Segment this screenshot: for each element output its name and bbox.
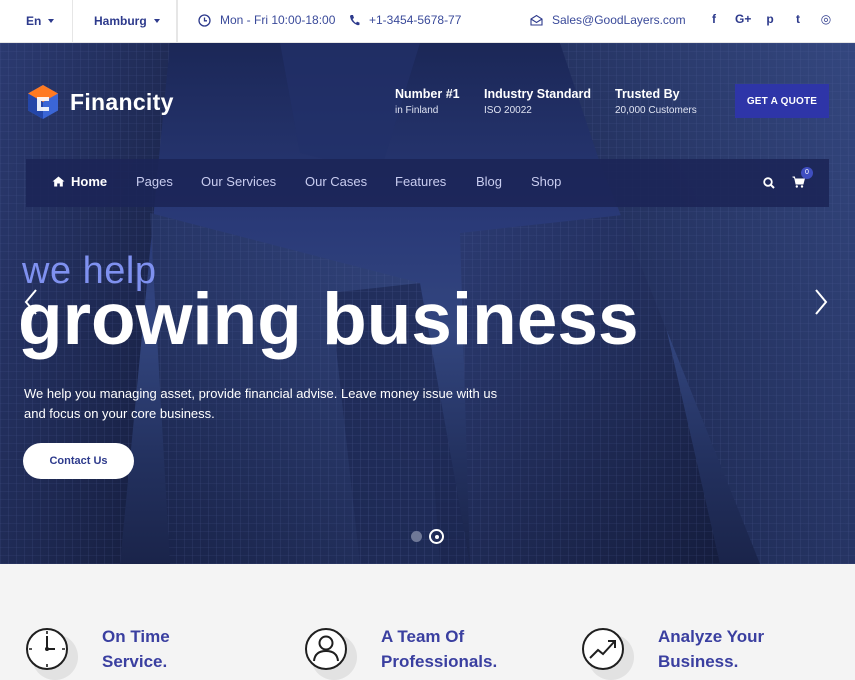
nav-item-our-services[interactable]: Our Services [201,174,276,189]
nav-item-features[interactable]: Features [395,174,446,189]
badge-title: Number #1 [395,87,460,101]
user-icon [303,626,359,680]
hero-description: We help you managing asset, provide fina… [24,386,498,421]
chevron-down-icon [153,19,160,23]
office-hours: Mon - Fri 10:00-18:00 [198,13,335,27]
badge-subtitle: 20,000 Customers [615,105,697,116]
badge-subtitle: in Finland [395,105,439,116]
feature-title-line1: On Time [102,627,170,646]
phone-icon [350,15,360,26]
growth-chart-icon [580,626,636,680]
feature-title-line1: Analyze Your [658,627,765,646]
feature-title-line2: Service. [102,652,168,671]
pinterest-icon[interactable]: p [763,12,777,26]
nav-item-shop[interactable]: Shop [531,174,561,189]
contact-us-button[interactable]: Contact Us [23,443,134,479]
hours-text: Mon - Fri 10:00-18:00 [220,13,336,27]
feature-title-line2: Professionals. [381,652,498,671]
badge-title: Industry Standard [484,87,591,101]
feature-on-time-service: On Time Service. [24,626,170,680]
main-navigation: Home Pages Our Services Our Cases Featur… [26,159,829,207]
email-contact[interactable]: Sales@GoodLayers.com [530,13,686,27]
slider-pagination [411,529,444,544]
chevron-right-icon [815,289,828,315]
slider-dot[interactable] [411,531,422,542]
get-a-quote-button[interactable]: GET A QUOTE [735,84,829,118]
clock-icon [198,13,211,27]
facebook-icon[interactable]: f [707,12,721,26]
nav-item-label: Home [71,174,108,189]
phone-text: +1-3454-5678-77 [369,13,462,27]
language-selector[interactable]: En [0,0,73,43]
home-icon [52,176,65,187]
top-bar: En Hamburg Mon - Fri 10:00-18:00 +1-3454… [0,0,855,43]
clock-icon [24,626,80,680]
nav-item-our-cases[interactable]: Our Cases [305,174,367,189]
nav-item-pages[interactable]: Pages [136,174,173,189]
feature-analyze-your-business: Analyze Your Business. [580,626,764,680]
social-links: f G+ p t ◎ [707,12,833,26]
google-plus-icon[interactable]: G+ [735,12,751,26]
feature-title-line2: Business. [658,652,739,671]
slider-dot-active[interactable] [429,529,444,544]
badge-industry-standard: Industry Standard ISO 20022 [484,87,591,116]
badge-title: Trusted By [615,87,680,101]
nav-item-blog[interactable]: Blog [476,174,502,189]
financity-logo-icon [28,85,58,119]
email-text: Sales@GoodLayers.com [552,13,686,27]
twitter-icon[interactable]: t [791,12,805,26]
hero-slider: Financity Number #1 in Finland Industry … [0,43,855,564]
hero-big-heading: growing business [18,279,639,360]
cart-icon[interactable]: 0 [792,167,813,193]
badge-trusted-by: Trusted By 20,000 Customers [615,87,697,116]
features-section: On Time Service. A Team Of Professionals… [0,564,855,680]
badge-subtitle: ISO 20022 [484,105,532,116]
feature-team-of-professionals: A Team Of Professionals. [303,626,497,680]
instagram-icon[interactable]: ◎ [819,12,833,26]
search-icon[interactable] [763,176,775,194]
envelope-icon [530,14,543,26]
nav-item-home[interactable]: Home [52,174,107,189]
logo[interactable]: Financity [26,84,174,120]
feature-title-line1: A Team Of [381,627,465,646]
cart-count-badge: 0 [801,167,813,179]
divider [177,0,178,43]
city-selector[interactable]: Hamburg [73,0,177,43]
city-label: Hamburg [94,14,147,28]
chevron-down-icon [48,19,55,23]
phone-contact[interactable]: +1-3454-5678-77 [349,13,461,27]
language-label: En [26,14,42,28]
logo-text: Financity [70,88,174,115]
badge-number-one: Number #1 in Finland [395,87,460,116]
slider-next-arrow[interactable] [814,288,828,321]
